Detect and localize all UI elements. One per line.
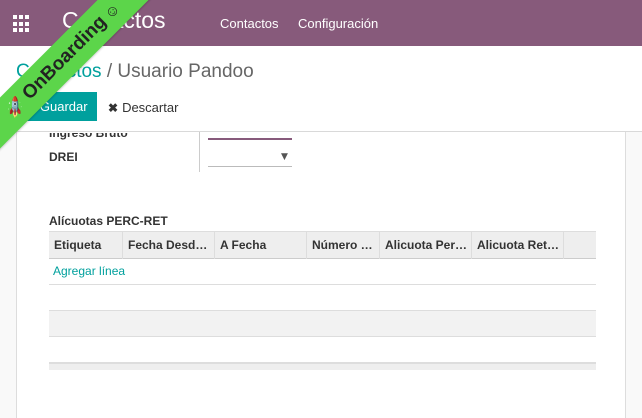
column-header-alicuota-retencion[interactable]: Alicuota Ret…: [472, 232, 564, 259]
column-header-alicuota-percepcion[interactable]: Alicuota Per…: [380, 232, 472, 259]
control-panel: Contactos / Usuario Pandoo ✔ Guardar ✖ D…: [0, 46, 642, 132]
breadcrumb-current: Usuario Pandoo: [117, 61, 254, 82]
discard-button-label: Descartar: [122, 100, 179, 115]
alicuotas-grid: Etiqueta Fecha Desd… A Fecha Número … Al…: [49, 231, 596, 370]
column-header-numero[interactable]: Número …: [307, 232, 380, 259]
grid-footer: [49, 363, 596, 370]
form-column-separator: [199, 132, 200, 172]
grid-header: Etiqueta Fecha Desd… A Fecha Número … Al…: [49, 231, 596, 259]
column-header-a-fecha[interactable]: A Fecha: [215, 232, 307, 259]
menu-item-contactos[interactable]: Contactos: [220, 16, 279, 31]
column-header-fecha-desde[interactable]: Fecha Desd…: [123, 232, 215, 259]
table-row: [49, 285, 596, 311]
add-line-link[interactable]: Agregar línea: [53, 264, 125, 278]
breadcrumb-separator: /: [106, 61, 113, 82]
ingreso-bruto-label: Ingreso Bruto: [49, 133, 128, 140]
table-row: [49, 337, 596, 363]
apps-menu-icon[interactable]: [13, 15, 31, 33]
drei-label: DREI: [49, 150, 78, 164]
column-header-etiqueta[interactable]: Etiqueta: [49, 232, 123, 259]
table-row: [49, 311, 596, 337]
menu-item-configuracion[interactable]: Configuración: [298, 16, 378, 31]
chevron-down-icon[interactable]: ▼: [281, 152, 288, 162]
table-row: Agregar línea: [49, 259, 596, 285]
ingreso-bruto-select[interactable]: [208, 138, 292, 140]
drei-select[interactable]: [208, 166, 292, 167]
section-title-alicuotas: Alícuotas PERC-RET: [49, 214, 168, 228]
close-icon: ✖: [108, 100, 119, 115]
discard-button[interactable]: ✖ Descartar: [108, 100, 178, 115]
rocket-icon: 🚀: [2, 95, 29, 121]
